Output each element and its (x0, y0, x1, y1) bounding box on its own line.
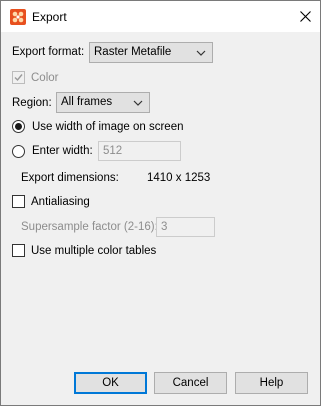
supersample-field[interactable] (156, 217, 215, 237)
multiple-color-tables-checkbox[interactable] (12, 244, 25, 257)
export-dialog: Export Export format: Raster Metafile Co… (0, 0, 321, 406)
use-width-radio[interactable] (12, 120, 25, 133)
supersample-input[interactable] (157, 218, 214, 236)
supersample-label: Supersample factor (2-16): (21, 221, 158, 233)
export-format-label: Export format: (12, 46, 85, 58)
cancel-button[interactable]: Cancel (154, 372, 227, 394)
title-bar: Export (1, 1, 320, 32)
enter-width-label: Enter width: (32, 145, 93, 157)
region-label: Region: (12, 97, 52, 109)
antialiasing-label: Antialiasing (31, 196, 90, 208)
region-value: All frames (61, 96, 113, 108)
checkmark-icon (14, 74, 23, 82)
dialog-title: Export (32, 10, 67, 24)
close-icon (299, 11, 311, 22)
app-icon (10, 9, 26, 25)
ok-button[interactable]: OK (74, 372, 147, 394)
help-button[interactable]: Help (235, 372, 308, 394)
export-format-value: Raster Metafile (94, 46, 172, 58)
antialiasing-checkbox[interactable] (12, 195, 25, 208)
chevron-down-icon (133, 100, 143, 106)
chevron-down-icon (196, 50, 206, 56)
enter-width-radio[interactable] (12, 145, 25, 158)
export-dimensions-label: Export dimensions: (21, 172, 119, 184)
width-field[interactable] (98, 141, 181, 161)
width-input[interactable] (99, 142, 180, 160)
export-format-select[interactable]: Raster Metafile (89, 42, 213, 63)
color-checkbox[interactable] (12, 71, 25, 84)
color-label: Color (31, 72, 59, 84)
export-dimensions-value: 1410 x 1253 (147, 172, 211, 184)
close-button[interactable] (290, 1, 320, 32)
multiple-color-tables-label: Use multiple color tables (31, 245, 157, 257)
use-width-label: Use width of image on screen (32, 121, 184, 133)
region-select[interactable]: All frames (56, 92, 150, 113)
